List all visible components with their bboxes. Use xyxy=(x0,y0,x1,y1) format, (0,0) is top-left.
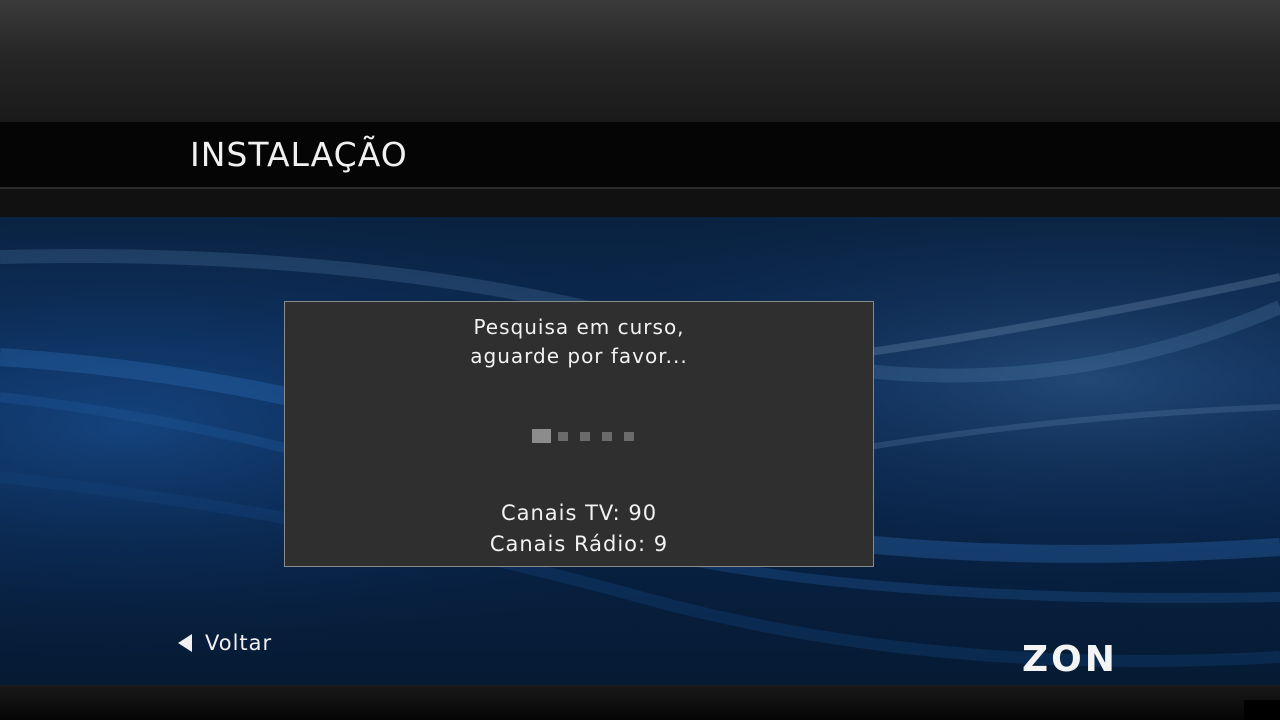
progress-step-1 xyxy=(532,429,551,443)
radio-channels-count: Canais Rádio: 9 xyxy=(489,532,669,556)
search-message-line-2: aguarde por favor... xyxy=(470,344,688,368)
search-progress-dialog: Pesquisa em curso, aguarde por favor... … xyxy=(284,301,874,567)
back-button[interactable]: Voltar xyxy=(178,629,272,657)
search-message-line-1: Pesquisa em curso, xyxy=(473,315,685,339)
progress-step-2 xyxy=(558,432,568,441)
page-title: INSTALAÇÃO xyxy=(190,135,408,174)
top-band xyxy=(0,0,1280,122)
header-sub-bar xyxy=(0,189,1280,217)
bottom-strip xyxy=(0,685,1280,720)
bottom-corner xyxy=(1244,700,1280,720)
progress-step-3 xyxy=(580,432,590,441)
tv-channels-count: Canais TV: 90 xyxy=(500,501,658,525)
back-button-label: Voltar xyxy=(205,631,273,655)
triangle-left-icon xyxy=(178,634,192,652)
progress-step-4 xyxy=(602,432,612,441)
progress-step-5 xyxy=(624,432,634,441)
installation-screen: INSTALAÇÃO Pesquisa em curso, aguarde po… xyxy=(0,0,1280,720)
zon-logo: ZON xyxy=(1022,639,1118,680)
